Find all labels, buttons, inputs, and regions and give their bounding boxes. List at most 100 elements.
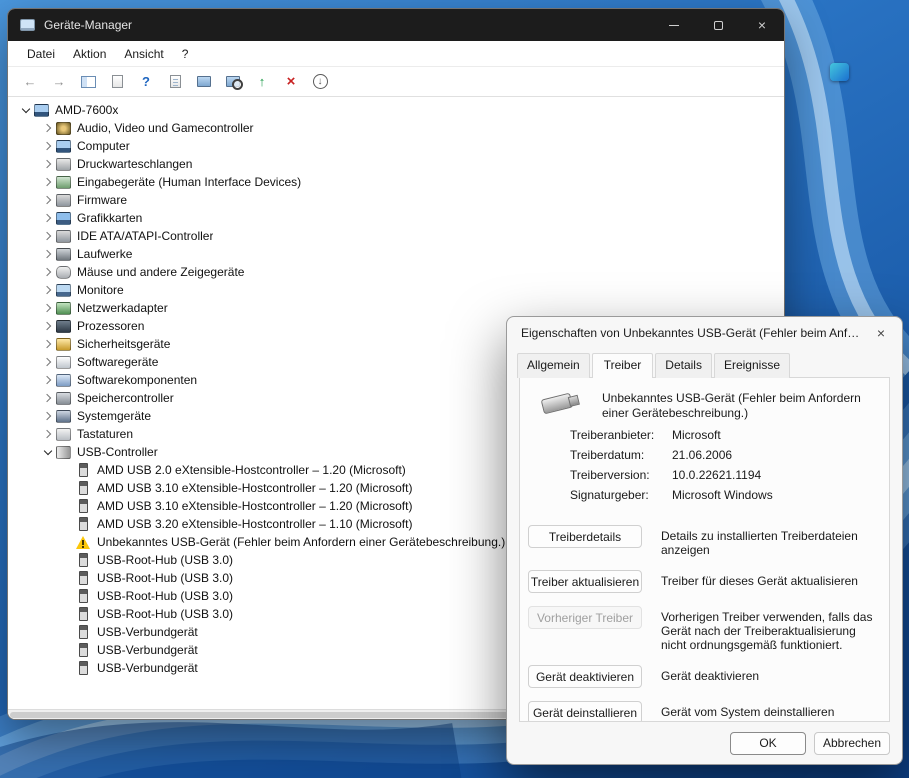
treiber-aktualisieren-button[interactable]: Treiber aktualisieren: [528, 570, 642, 593]
minimize-button[interactable]: [652, 9, 696, 41]
properties-dialog: Eigenschaften von Unbekanntes USB-Gerät …: [506, 316, 903, 765]
treiberdetails-button[interactable]: Treiberdetails: [528, 525, 642, 548]
uninstall-device-icon[interactable]: ×: [279, 70, 303, 94]
tree-item-amd-7600x[interactable]: AMD-7600x: [8, 101, 784, 119]
document-shape: [111, 75, 123, 88]
dialog-close-button[interactable]: ×: [860, 317, 902, 349]
chevron-right-icon[interactable]: [40, 407, 56, 425]
export-list-icon[interactable]: [105, 70, 129, 94]
back-icon[interactable]: ←: [18, 70, 42, 94]
action-row: Treiberdetails Details zu installierten …: [520, 525, 889, 557]
maximize-button[interactable]: [696, 9, 740, 41]
chevron-right-icon[interactable]: [40, 335, 56, 353]
help-icon[interactable]: ?: [134, 70, 158, 94]
disable-circle-shape: ↓: [312, 74, 328, 89]
tab-ereignisse[interactable]: Ereignisse: [713, 353, 790, 378]
geraet-deinstallieren-button[interactable]: Gerät deinstallieren: [528, 701, 642, 721]
action-description: Vorherigen Treiber verwenden, falls das …: [661, 610, 873, 652]
devices-icon[interactable]: [192, 70, 216, 94]
chevron-right-icon[interactable]: [40, 245, 56, 263]
tab-allgemein[interactable]: Allgemein: [517, 353, 590, 378]
action-row: Gerät deaktivieren Gerät deaktivieren: [520, 665, 889, 688]
monitor-shape: [197, 76, 211, 87]
audio-icon: [56, 121, 71, 135]
chevron-right-icon[interactable]: [40, 209, 56, 227]
update-driver-icon[interactable]: ↑: [250, 70, 274, 94]
menu-datei[interactable]: Datei: [18, 43, 64, 65]
usb-device-icon: [79, 661, 88, 675]
chevron-down-icon[interactable]: [40, 443, 56, 461]
action-description: Treiber für dieses Gerät aktualisieren: [661, 574, 858, 588]
field-value: Microsoft: [672, 428, 721, 442]
hid-icon: [56, 175, 71, 189]
chevron-right-icon[interactable]: [40, 263, 56, 281]
field-value: 10.0.22621.1194: [672, 468, 762, 482]
chevron-right-icon[interactable]: [40, 281, 56, 299]
tree-item-laufwerke[interactable]: Laufwerke: [8, 245, 784, 263]
usb-device-icon: [79, 607, 88, 621]
tree-item-ide-controller[interactable]: IDE ATA/ATAPI-Controller: [8, 227, 784, 245]
chevron-right-icon[interactable]: [40, 299, 56, 317]
chevron-down-icon[interactable]: [18, 101, 34, 119]
minimize-icon: [669, 24, 679, 26]
tree-item-netzwerkadapter[interactable]: Netzwerkadapter: [8, 299, 784, 317]
chevron-right-icon[interactable]: [40, 425, 56, 443]
printer-icon: [56, 157, 71, 171]
tree-item-maeuse[interactable]: Mäuse und andere Zeigegeräte: [8, 263, 784, 281]
action-description: Gerät vom System deinstallieren (Erweite…: [661, 705, 835, 721]
menu-ansicht[interactable]: Ansicht: [115, 43, 172, 65]
chevron-right-icon[interactable]: [40, 137, 56, 155]
chevron-right-icon[interactable]: [40, 317, 56, 335]
ok-button[interactable]: OK: [730, 731, 806, 755]
chevron-right-icon[interactable]: [40, 227, 56, 245]
tree-item-computer[interactable]: Computer: [8, 137, 784, 155]
chevron-right-icon[interactable]: [40, 353, 56, 371]
tab-details[interactable]: Details: [655, 353, 712, 378]
toolbar: ← → ? ↑ × ↓: [8, 67, 784, 97]
tree-item-firmware[interactable]: Firmware: [8, 191, 784, 209]
field-row: Signaturgeber: Microsoft Windows: [570, 489, 889, 502]
properties-icon[interactable]: [163, 70, 187, 94]
processor-icon: [56, 319, 71, 333]
chevron-right-icon[interactable]: [40, 389, 56, 407]
chevron-right-icon[interactable]: [40, 173, 56, 191]
menu-hilfe[interactable]: ?: [173, 43, 198, 65]
cancel-button[interactable]: Abbrechen: [814, 731, 890, 755]
console-tree-icon[interactable]: [76, 70, 100, 94]
device-name: Unbekanntes USB-Gerät (Fehler beim Anfor…: [602, 391, 861, 420]
desktop-icon[interactable]: [830, 63, 849, 81]
chevron-right-icon[interactable]: [40, 191, 56, 209]
device-manager-app-icon: [20, 19, 35, 31]
scan-hardware-icon[interactable]: [221, 70, 245, 94]
disable-device-icon[interactable]: ↓: [308, 70, 332, 94]
tree-item-eingabegeraete[interactable]: Eingabegeräte (Human Interface Devices): [8, 173, 784, 191]
forward-icon[interactable]: →: [47, 70, 71, 94]
chevron-right-icon[interactable]: [40, 371, 56, 389]
chevron-right-icon[interactable]: [40, 119, 56, 137]
field-label: Treiberversion:: [570, 468, 650, 482]
titlebar[interactable]: Geräte-Manager ×: [8, 9, 784, 41]
maximize-icon: [713, 20, 723, 30]
geraet-deaktivieren-button[interactable]: Gerät deaktivieren: [528, 665, 642, 688]
security-device-icon: [56, 337, 71, 351]
action-description: Details zu installierten Treiberdateien …: [661, 529, 858, 557]
tree-item-grafikkarten[interactable]: Grafikkarten: [8, 209, 784, 227]
system-device-icon: [56, 409, 71, 423]
usb-device-icon: [79, 499, 88, 513]
driver-fields: Treiberanbieter: Microsoft Treiberdatum: 2…: [520, 429, 889, 502]
display-adapter-icon: [56, 211, 71, 225]
usb-controller-icon: [56, 445, 71, 459]
tree-item-druckwarteschlangen[interactable]: Druckwarteschlangen: [8, 155, 784, 173]
close-button[interactable]: ×: [740, 9, 784, 41]
vorheriger-treiber-button: Vorheriger Treiber: [528, 606, 642, 629]
usb-device-icon: [79, 463, 88, 477]
chevron-right-icon[interactable]: [40, 155, 56, 173]
dialog-titlebar[interactable]: Eigenschaften von Unbekanntes USB-Gerät …: [507, 317, 902, 349]
tree-item-audio[interactable]: Audio, Video und Gamecontroller: [8, 119, 784, 137]
tree-item-monitore[interactable]: Monitore: [8, 281, 784, 299]
menu-aktion[interactable]: Aktion: [64, 43, 115, 65]
tab-bar: Allgemein Treiber Details Ereignisse: [507, 349, 902, 378]
scrollbar-thumb[interactable]: [10, 712, 538, 718]
window-title: Geräte-Manager: [44, 18, 133, 32]
tab-treiber[interactable]: Treiber: [591, 353, 654, 378]
